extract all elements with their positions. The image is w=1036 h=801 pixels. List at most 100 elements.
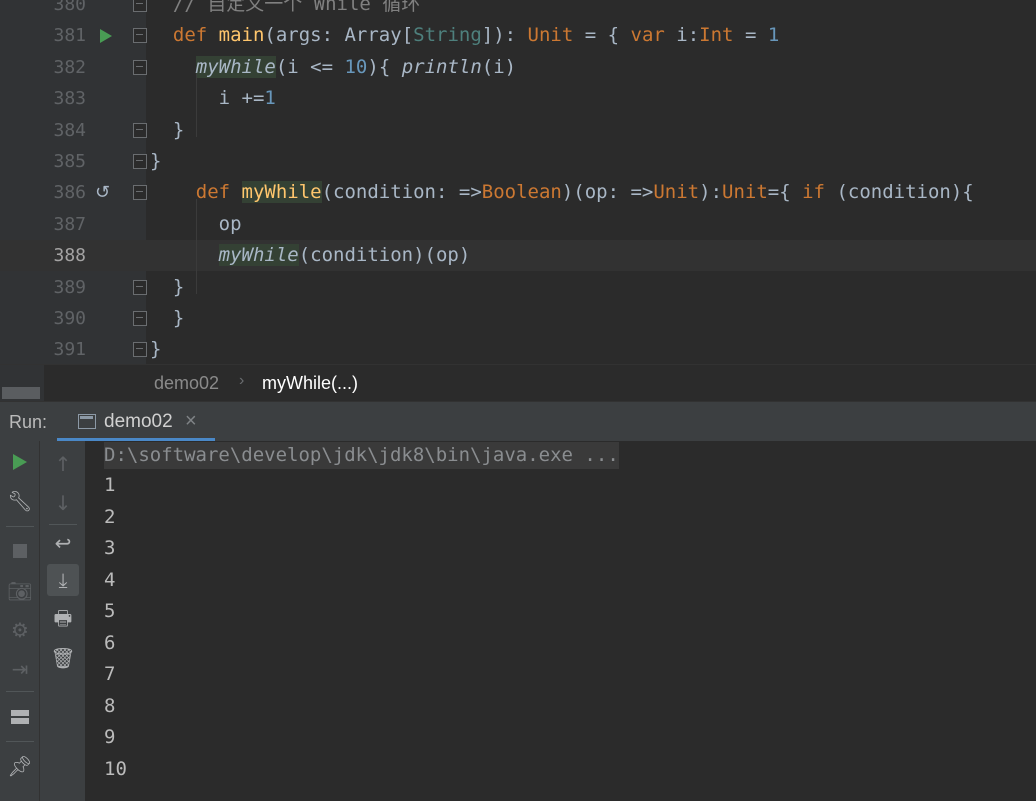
tab-demo02[interactable]: demo02 × [57, 402, 215, 442]
code-token: var [630, 24, 677, 47]
code-line[interactable]: 387 op [0, 209, 1036, 240]
line-number: 387 [53, 213, 86, 235]
fold-marker-icon[interactable] [133, 154, 147, 169]
code-line[interactable]: 383 i +=1 [0, 83, 1036, 114]
code-line[interactable]: 382 myWhile(i <= 10){ println(i) [0, 52, 1036, 83]
camera-icon: 📷︎ [7, 579, 33, 603]
run-main-icon[interactable] [100, 29, 112, 44]
code-token: (i) [481, 55, 517, 78]
print-button[interactable]: 🖶 [47, 605, 79, 637]
fold-marker-icon[interactable] [133, 28, 147, 44]
code-line[interactable]: 381 def main(args: Array[String]): Unit … [0, 20, 1036, 51]
fold-marker-icon[interactable] [133, 122, 147, 138]
dump-threads-button[interactable]: 📷︎ [4, 575, 36, 607]
code-text: } [150, 303, 184, 334]
clear-all-button[interactable]: 🗑︎ [47, 642, 79, 674]
fold-marker-icon[interactable] [133, 342, 147, 358]
line-number: 380 [53, 0, 86, 15]
code-line[interactable]: 391} [0, 334, 1036, 364]
soft-wrap-icon: ↩ [54, 531, 72, 555]
output-line: 5 [104, 600, 116, 622]
line-number: 388 [53, 245, 86, 267]
up-arrow-icon: ↑ [54, 452, 72, 476]
fold-marker-icon[interactable] [133, 279, 147, 295]
code-line[interactable]: 384 } [0, 115, 1036, 146]
scroll-to-end-button[interactable]: ⤓ [47, 564, 79, 596]
fold-marker-icon[interactable] [133, 0, 147, 12]
breadcrumb-item-file[interactable]: demo02 [154, 373, 219, 394]
code-token: (i <= [275, 55, 345, 78]
tab-label: demo02 [104, 411, 173, 432]
pin-tab-button[interactable]: 📌︎ [4, 750, 36, 782]
code-token: 10 [344, 55, 368, 78]
settings-button[interactable]: 🔧︎ [4, 485, 36, 517]
output-line: 9 [104, 726, 116, 748]
stop-button[interactable] [4, 535, 36, 567]
code-token: def [195, 181, 242, 204]
print-icon: 🖶 [53, 606, 73, 630]
toolbar-divider [6, 526, 34, 527]
code-token: Unit [653, 181, 700, 204]
run-icon [13, 454, 27, 470]
fold-marker-icon[interactable] [133, 185, 147, 201]
code-token: Int [699, 24, 734, 47]
code-line[interactable]: 389 } [0, 272, 1036, 303]
output-line: 10 [104, 757, 127, 780]
code-line[interactable]: 385} [0, 146, 1036, 177]
code-text: } [150, 146, 161, 177]
console-output[interactable]: D:\software\develop\jdk\jdk8\bin\java.ex… [86, 441, 1036, 801]
code-line[interactable]: 380 // 自定义一个 While 循环 [0, 0, 1036, 20]
output-line: 8 [104, 694, 116, 717]
code-text: } [150, 115, 184, 146]
settings-bug-icon: ⚙ [11, 618, 29, 642]
console-toolbar: ↑ ↓ ↩ ⤓ 🖶 🗑︎ [40, 441, 86, 801]
previous-occurrence-button[interactable]: ↑ [47, 448, 79, 480]
code-token: 自定义一个 While 循环 [207, 0, 421, 15]
code-token: ){ [367, 55, 402, 78]
trash-icon: 🗑︎ [50, 646, 76, 670]
close-tab-icon[interactable]: × [185, 410, 197, 433]
code-text: // 自定义一个 While 循环 [150, 0, 420, 20]
breadcrumb: demo02 › myWhile(...) [0, 364, 1036, 402]
code-line[interactable]: 386 def myWhile(condition: =>Boolean)(op… [0, 177, 1036, 208]
code-token: 1 [767, 24, 780, 47]
code-token: } [150, 275, 185, 298]
breadcrumb-item-method[interactable]: myWhile(...) [262, 373, 358, 394]
rerun-button[interactable] [4, 446, 36, 478]
code-text: } [150, 272, 184, 303]
code-token: ): [699, 181, 723, 204]
code-token: println [401, 55, 482, 78]
down-arrow-icon: ↓ [54, 491, 72, 515]
code-token: myWhile [195, 55, 276, 78]
horizontal-scrollbar[interactable] [2, 387, 40, 399]
code-token: = { [573, 24, 631, 47]
restore-layout-button[interactable] [4, 701, 36, 733]
code-token: } [150, 307, 185, 329]
exit-button[interactable]: ⇥ [4, 653, 36, 685]
code-text: i +=1 [150, 83, 276, 114]
toolbar-divider [6, 741, 34, 742]
run-label: Run: [9, 412, 48, 432]
debug-settings-button[interactable]: ⚙ [4, 614, 36, 646]
code-token: (condition){ [836, 181, 974, 204]
code-token: (args: Array[ [264, 24, 414, 47]
run-left-toolbar: 🔧︎ 📷︎ ⚙ ⇥ 📌︎ [0, 441, 40, 801]
code-token: = [733, 24, 768, 47]
recursion-icon[interactable]: ↺ [95, 182, 110, 204]
fold-marker-icon[interactable] [133, 59, 147, 75]
next-occurrence-button[interactable]: ↓ [47, 487, 79, 519]
code-line[interactable]: 388 myWhile(condition)(op) [0, 240, 1036, 272]
breadcrumb-separator: › [239, 372, 245, 389]
code-text: } [150, 334, 161, 364]
code-editor[interactable]: 380 // 自定义一个 While 循环 381 def main(args: … [0, 0, 1036, 364]
pin-icon: 📌︎ [7, 754, 33, 778]
soft-wrap-button[interactable]: ↩ [47, 527, 79, 559]
code-token: main [218, 24, 265, 47]
fold-marker-icon[interactable] [133, 311, 147, 326]
import-icon: ⇥ [11, 657, 29, 681]
line-number: 382 [53, 56, 86, 78]
code-line[interactable]: 390 } [0, 303, 1036, 334]
output-line: 2 [104, 505, 116, 528]
